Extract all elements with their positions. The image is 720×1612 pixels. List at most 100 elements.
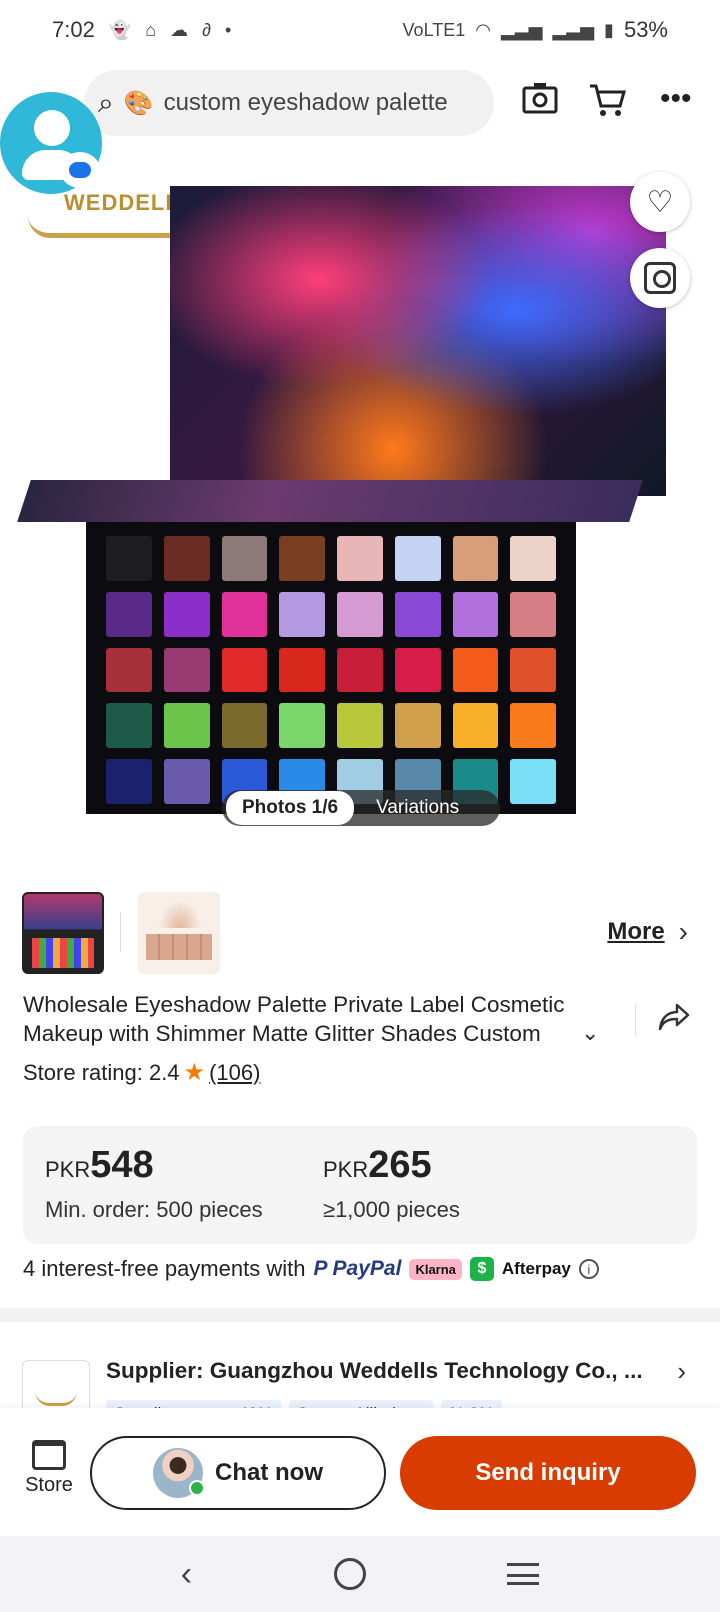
- eyeshadow-swatch: [221, 536, 268, 581]
- payment-options[interactable]: 4 interest-free payments with P PayPal K…: [23, 1256, 599, 1282]
- supplier-tags: Supplier ... rate: 40% Secure Alibaba...…: [106, 1400, 502, 1408]
- chat-now-label: Chat now: [215, 1459, 323, 1486]
- palette-tray: [86, 522, 576, 814]
- nav-recents-icon[interactable]: [507, 1563, 540, 1585]
- eyeshadow-swatch: [163, 647, 210, 693]
- paypal-p-icon: P: [313, 1257, 327, 1280]
- eyeshadow-swatch: [452, 703, 499, 749]
- supplier-tag: Secure Alibaba...: [288, 1400, 434, 1408]
- volte-icon: VoLTE1: [402, 19, 466, 40]
- price-quantity: Min. order: 500 pieces: [45, 1197, 263, 1222]
- product-title[interactable]: Wholesale Eyeshadow Palette Private Labe…: [23, 990, 619, 1048]
- info-icon[interactable]: i: [578, 1259, 599, 1279]
- snapchat-icon: 👻: [108, 19, 132, 40]
- header: ‹ ⌕ 🎨 custom eyeshadow palette •••: [0, 68, 720, 140]
- eyeshadow-swatch: [510, 759, 556, 804]
- more-link[interactable]: More ›: [607, 916, 688, 948]
- chevron-right-icon: ›: [678, 916, 688, 947]
- eyeshadow-swatch: [510, 591, 556, 637]
- eyeshadow-swatch: [279, 703, 325, 749]
- eyeshadow-swatch: [106, 703, 152, 749]
- eyeshadow-swatch: [163, 536, 210, 581]
- eyeshadow-swatch: [452, 647, 499, 693]
- eyeshadow-swatch: [221, 703, 268, 749]
- palette-emoji-icon: 🎨: [123, 89, 154, 117]
- action-bar: Store Chat now Send inquiry: [0, 1408, 720, 1536]
- product-gallery[interactable]: WEDDELLS Photos 1/6 Variations ♡: [0, 150, 720, 860]
- thumbnail-2[interactable]: [138, 892, 220, 974]
- dot-icon: •: [225, 19, 232, 40]
- image-search-icon[interactable]: [630, 248, 690, 308]
- supplier-tag: % 0%: [441, 1400, 502, 1408]
- palette-edge: [17, 480, 643, 522]
- nav-home-icon[interactable]: [333, 1558, 366, 1590]
- eyeshadow-swatch: [221, 647, 268, 693]
- thumbnail-divider: [120, 912, 121, 952]
- send-inquiry-button[interactable]: Send inquiry: [400, 1436, 696, 1510]
- price-quantity: ≥1,000 pieces: [323, 1197, 460, 1222]
- rating-count[interactable]: (106): [209, 1060, 260, 1086]
- favorite-heart-icon[interactable]: ♡: [630, 172, 690, 232]
- more-icon[interactable]: •••: [660, 82, 692, 116]
- eyeshadow-swatch: [106, 647, 152, 693]
- store-button[interactable]: Store: [18, 1440, 80, 1497]
- photos-tab[interactable]: Photos 1/6: [226, 791, 355, 825]
- eyeshadow-swatch: [106, 591, 152, 637]
- klarna-badge: Klarna: [409, 1258, 462, 1280]
- variations-tab[interactable]: Variations: [376, 797, 459, 819]
- supplier-logo: [22, 1360, 90, 1408]
- eyeshadow-swatch: [163, 703, 210, 749]
- eyeshadow-swatch: [279, 591, 325, 637]
- clock: 7:02: [52, 17, 95, 42]
- eyeshadow-swatch: [106, 759, 152, 804]
- status-bar: 7:02 👻 ⌂ ☁ ∂ • VoLTE1 ◠ ▂▃▅ ▂▃▅ ▮ 53%: [0, 0, 720, 60]
- price-currency: PKR: [323, 1157, 369, 1182]
- eyeshadow-swatch: [221, 591, 268, 637]
- more-label: More: [607, 918, 665, 945]
- eyeshadow-swatch: [163, 591, 210, 637]
- price-box: PKR 548 Min. order: 500 pieces PKR 265 ≥…: [23, 1126, 697, 1244]
- eyeshadow-swatch: [163, 759, 210, 804]
- share-icon[interactable]: [657, 1002, 691, 1040]
- eyeshadow-swatch: [337, 703, 383, 749]
- photo-counter[interactable]: Photos 1/6 Variations: [222, 790, 500, 826]
- supplier-row[interactable]: Supplier: Guangzhou Weddells Technology …: [0, 1338, 720, 1408]
- expand-chevron-icon[interactable]: ⌄: [581, 1020, 599, 1046]
- battery-icon: ▮: [604, 19, 614, 40]
- section-divider: [0, 1308, 720, 1322]
- battery-level: 53%: [623, 17, 668, 42]
- chat-now-button[interactable]: Chat now: [90, 1436, 386, 1510]
- rating-label: Store rating: 2.4: [23, 1059, 180, 1085]
- message-bubble-icon: [60, 152, 100, 188]
- eyeshadow-swatch: [452, 536, 499, 581]
- wifi-icon: ◠: [475, 19, 491, 40]
- price-amount: 548: [90, 1144, 154, 1186]
- search-bar[interactable]: ⌕ 🎨 custom eyeshadow palette: [84, 70, 494, 136]
- floating-chat-head[interactable]: [0, 92, 102, 194]
- price-tier-2: PKR 265 ≥1,000 pieces: [323, 1144, 460, 1223]
- title-divider: [635, 1004, 636, 1036]
- eyeshadow-swatch: [510, 647, 556, 693]
- chevron-right-icon: ›: [677, 1356, 686, 1386]
- store-rating: Store rating: 2.4 ★ (106): [23, 1058, 260, 1087]
- thumbnail-1[interactable]: [22, 892, 104, 974]
- eyeshadow-swatch: [510, 703, 556, 749]
- chat-head-person-icon: [34, 110, 70, 146]
- afterpay-label: Afterpay: [501, 1259, 571, 1278]
- cloud-icon: ☁: [170, 19, 189, 40]
- paypal-label: PayPal: [332, 1257, 402, 1280]
- eyeshadow-swatch: [394, 591, 441, 637]
- send-inquiry-label: Send inquiry: [475, 1459, 621, 1486]
- nav-back-icon[interactable]: ‹: [181, 1555, 192, 1594]
- system-nav-bar: ‹: [0, 1536, 720, 1612]
- eyeshadow-swatch: [279, 647, 325, 693]
- cart-icon[interactable]: [588, 82, 626, 126]
- supplier-name: Supplier: Guangzhou Weddells Technology …: [106, 1358, 643, 1383]
- eyeshadow-swatch: [337, 536, 383, 581]
- signal-icon: ▂▃▅: [500, 19, 543, 40]
- app-notification-icon: ∂: [202, 19, 212, 40]
- camera-icon[interactable]: [522, 82, 558, 122]
- price-tier-1: PKR 548 Min. order: 500 pieces: [45, 1144, 263, 1223]
- avatar: [153, 1448, 205, 1498]
- palette-lid-image: [170, 186, 666, 496]
